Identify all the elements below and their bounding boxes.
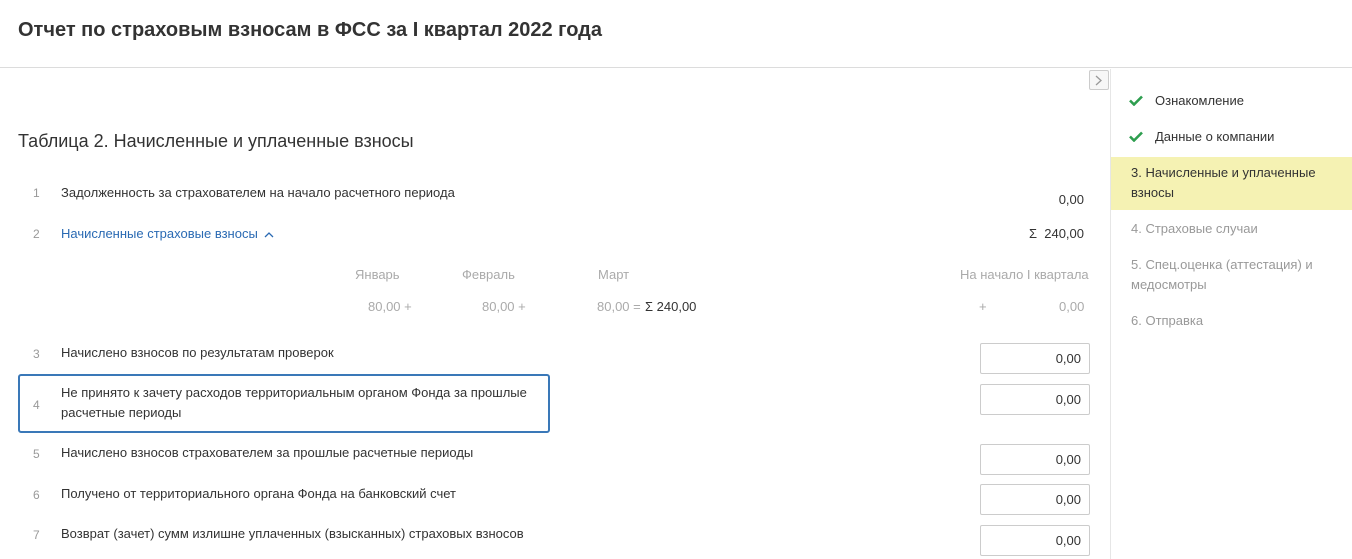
received-from-fund-field[interactable]: 0,00 bbox=[980, 484, 1090, 515]
page-title: Отчет по страховым взносам в ФСС за I кв… bbox=[18, 19, 602, 41]
quarter-start-header: На начало I квартала bbox=[960, 267, 1089, 282]
sigma-icon: Σ bbox=[1028, 226, 1037, 241]
chevron-up-icon bbox=[264, 232, 274, 238]
row-label: Не принято к зачету расходов территориал… bbox=[61, 385, 527, 420]
step-intro[interactable]: Ознакомление bbox=[1111, 91, 1352, 111]
wizard-steps-sidebar: Ознакомление Данные о компании 3. Начисл… bbox=[1110, 69, 1352, 559]
collapse-sidebar-button[interactable] bbox=[1089, 70, 1109, 90]
chevron-right-icon bbox=[1095, 75, 1102, 86]
row-label: Возврат (зачет) сумм излишне уплаченных … bbox=[61, 526, 524, 541]
row-number: 6 bbox=[33, 488, 40, 502]
quarter-start-value: 0,00 bbox=[1059, 299, 1085, 314]
step-company-data[interactable]: Данные о компании bbox=[1111, 127, 1352, 147]
step-label: 4. Страховые случаи bbox=[1131, 221, 1258, 236]
row-label: Начисленные страховые взносы bbox=[61, 226, 258, 241]
plus-sign: + bbox=[979, 299, 987, 314]
step-label: Данные о компании bbox=[1155, 129, 1275, 144]
step-accrued-contributions[interactable]: 3. Начисленные и уплаченные взносы bbox=[1111, 157, 1352, 210]
row-value: 240,00 bbox=[1044, 226, 1084, 241]
check-icon bbox=[1129, 131, 1143, 142]
row-label: Начислено взносов страхователем за прошл… bbox=[61, 445, 474, 460]
not-accepted-expenses-field[interactable]: 0,00 bbox=[980, 384, 1090, 415]
row-number: 2 bbox=[33, 227, 40, 241]
inspection-contributions-field[interactable]: 0,00 bbox=[980, 343, 1090, 374]
step-insurance-cases[interactable]: 4. Страховые случаи bbox=[1111, 219, 1352, 239]
row-number: 1 bbox=[33, 186, 40, 200]
month-header-feb: Февраль bbox=[462, 267, 515, 282]
row-value: 0,00 bbox=[1058, 192, 1084, 207]
field-value: 0,00 bbox=[1055, 452, 1081, 467]
month-header-jan: Январь bbox=[355, 267, 400, 282]
row-label: Начислено взносов по результатам проверо… bbox=[61, 345, 334, 360]
row-number: 7 bbox=[33, 528, 40, 542]
step-label: 3. Начисленные и уплаченные взносы bbox=[1131, 165, 1316, 200]
step-submission[interactable]: 6. Отправка bbox=[1111, 311, 1352, 331]
row-value-total: Σ 240,00 bbox=[1029, 226, 1084, 241]
past-periods-contributions-field[interactable]: 0,00 bbox=[980, 444, 1090, 475]
step-label: Ознакомление bbox=[1155, 93, 1244, 108]
section-title: Таблица 2. Начисленные и уплаченные взно… bbox=[18, 131, 414, 151]
row-number: 3 bbox=[33, 347, 40, 361]
month-value-feb: 80,00 + bbox=[482, 299, 526, 314]
breakdown-total: Σ 240,00 bbox=[645, 299, 697, 314]
row-label: Получено от территориального органа Фонд… bbox=[61, 486, 456, 501]
month-value-mar: 80,00 = bbox=[597, 299, 641, 314]
field-value: 0,00 bbox=[1055, 533, 1081, 548]
month-value-jan: 80,00 + bbox=[368, 299, 412, 314]
step-label: 5. Спец.оценка (аттестация) и медосмотры bbox=[1131, 257, 1313, 292]
row-number: 5 bbox=[33, 447, 40, 461]
row-label: Задолженность за страхователем на начало… bbox=[61, 185, 455, 200]
overpaid-refund-field[interactable]: 0,00 bbox=[980, 525, 1090, 556]
row-number: 4 bbox=[33, 398, 40, 412]
field-value: 0,00 bbox=[1055, 492, 1081, 507]
page-header: Отчет по страховым взносам в ФСС за I кв… bbox=[0, 0, 1352, 68]
step-special-assessment[interactable]: 5. Спец.оценка (аттестация) и медосмотры bbox=[1111, 255, 1352, 295]
field-value: 0,00 bbox=[1055, 392, 1081, 407]
month-header-mar: Март bbox=[598, 267, 630, 282]
field-value: 0,00 bbox=[1055, 351, 1081, 366]
check-icon bbox=[1129, 95, 1143, 106]
accrued-contributions-toggle[interactable]: Начисленные страховые взносы bbox=[61, 224, 274, 244]
step-label: 6. Отправка bbox=[1131, 313, 1204, 328]
